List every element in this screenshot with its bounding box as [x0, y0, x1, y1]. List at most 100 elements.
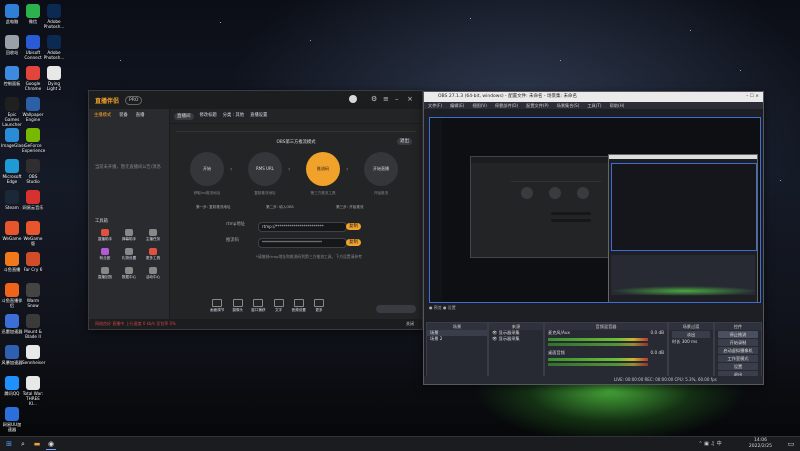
obs-taskbar-icon[interactable]: ◉ — [46, 439, 56, 450]
avatar[interactable] — [349, 95, 357, 103]
toolbox-item[interactable]: 主播任务 — [141, 229, 165, 242]
bottom-tool[interactable]: 文字 — [273, 299, 284, 313]
bottom-tool-label: 音频设置 — [291, 308, 306, 312]
start-live-slider[interactable] — [376, 305, 416, 313]
desktop-icon[interactable]: Mount & Blade II — [22, 314, 44, 339]
tool-icon — [149, 229, 157, 236]
desktop-icon[interactable]: 斗鱼直播伴侣 — [1, 283, 23, 308]
desktop-icon[interactable]: 风暴加速器 — [1, 345, 23, 365]
file-explorer-icon[interactable]: ▬ — [32, 439, 42, 449]
toolbox-item[interactable]: 更多工具 — [141, 248, 165, 261]
desktop-icon[interactable]: 斗鱼直播 — [1, 252, 23, 272]
bottom-tool[interactable]: 摄像头 — [232, 299, 243, 313]
bottom-tool[interactable]: 更多 — [313, 299, 324, 313]
desktop-icon[interactable]: 回收站 — [1, 35, 23, 55]
desktop-icon[interactable]: Epic Games Launcher — [1, 97, 23, 127]
desktop-icon[interactable]: 微信 — [22, 4, 44, 24]
tool-icon — [125, 248, 133, 255]
version-badge[interactable]: PRO — [125, 95, 143, 105]
desktop-icon[interactable]: Steam — [1, 190, 23, 210]
desktop-icon[interactable]: WeGame版 — [22, 221, 44, 246]
transition-select[interactable]: 淡出 — [672, 331, 710, 338]
desktop-icon[interactable]: Adobe Photosh... — [43, 35, 65, 60]
tab-equipment[interactable]: 装备 — [119, 113, 128, 119]
obs-menu-item[interactable]: 文件(F) — [428, 102, 442, 109]
copy-rtmp-button[interactable]: 复制 — [346, 223, 361, 230]
desktop-icon[interactable]: Dying Light 2 — [43, 66, 65, 91]
desktop-icon[interactable]: Google Chrome — [22, 66, 44, 91]
flow-step-caption: 第三方推流工具 — [310, 191, 336, 195]
minimize-icon[interactable]: – — [395, 95, 399, 103]
desktop-icon[interactable]: 迅雷加速器 — [1, 314, 23, 334]
duration-row[interactable]: 时长 300 ms — [669, 339, 713, 345]
desktop-icon[interactable]: 腾讯QQ — [1, 376, 23, 396]
edit-title-link[interactable]: 修改标题 — [200, 113, 217, 119]
obs-menu-item[interactable]: 停靠部件(D) — [495, 102, 518, 109]
bottom-tool-label: 文字 — [274, 308, 283, 312]
toolbox-item[interactable]: 数据中心 — [117, 267, 141, 280]
obs-control-button[interactable]: 工作室模式 — [718, 355, 758, 362]
clock[interactable]: 14:06 2022/2/25 — [749, 438, 772, 450]
live-settings-link[interactable]: 直播设置 — [250, 113, 267, 119]
obs-control-button[interactable]: 启动虚拟摄像机 — [718, 347, 758, 354]
obs-control-button[interactable]: 设置 — [718, 363, 758, 370]
scene-item[interactable]: 场景 2 — [427, 336, 487, 342]
desktop-icon[interactable]: Ubisoft Connect — [22, 35, 44, 60]
close-icon[interactable]: × — [407, 95, 413, 103]
bottom-tool[interactable]: 画面调节 — [210, 299, 224, 313]
gear-icon[interactable]: ⚙ — [371, 95, 377, 103]
tool-label: 礼物设置 — [121, 256, 137, 260]
desktop-icon[interactable]: Far Cry 6 — [22, 252, 44, 272]
obs-menu-item[interactable]: 配置文件(P) — [526, 102, 549, 109]
obs-preview[interactable] — [429, 117, 761, 303]
desktop-icon[interactable]: Microsoft Edge — [1, 159, 23, 184]
desktop-icon[interactable]: ImageGlass — [1, 128, 25, 148]
toolbox-item[interactable]: 直播回放 — [93, 267, 117, 280]
desktop-icon[interactable]: 网易UU加速器 — [1, 407, 23, 432]
file-icon — [26, 376, 40, 390]
window-controls[interactable]: – ☐ × — [746, 92, 759, 102]
bottom-tool[interactable]: 音频设置 — [292, 299, 306, 313]
toolbox-item[interactable]: 礼物设置 — [117, 248, 141, 261]
desktop-icon[interactable]: Warm Snow — [22, 283, 44, 308]
tab-anchor-mode[interactable]: 主播模式 — [94, 113, 111, 119]
desktop-icon[interactable]: WeGame — [1, 221, 23, 241]
status-close[interactable]: 关闭 — [406, 319, 414, 329]
obs-menu-item[interactable]: 场景集合(S) — [557, 102, 580, 109]
stream-key-field[interactable]: ****************************** — [258, 238, 347, 248]
obs-title-bar: OBS 27.1.3 (64-bit, windows) - 配置文件: 未命名… — [424, 92, 763, 102]
exit-button[interactable]: 退出 — [397, 138, 412, 145]
menu-icon[interactable]: ≡ — [383, 95, 389, 103]
tray-icons[interactable]: ⌃ ▣ ♫ 中 — [690, 439, 730, 449]
rtmp-field[interactable]: rtmp://************************ — [258, 222, 347, 232]
obs-menu-item[interactable]: 视图(V) — [472, 102, 487, 109]
toolbox-item[interactable]: 活动中心 — [141, 267, 165, 280]
toolbox-item[interactable]: 粉丝团 — [93, 248, 117, 261]
desktop-icon-label: 网易UU加速器 — [2, 422, 22, 432]
desktop-icon[interactable]: GeForce Experience — [22, 128, 45, 153]
desktop-icon[interactable]: Wallpaper Engine — [22, 97, 44, 122]
category-link[interactable]: 分类 : 其他 — [223, 113, 244, 119]
desktop-icon[interactable]: Sennheiser — [22, 345, 45, 365]
desktop-icon[interactable]: Total War: THREE KI... — [22, 376, 44, 406]
notification-icon[interactable]: ▭ — [786, 439, 796, 449]
copy-key-button[interactable]: 复制 — [346, 239, 361, 246]
desktop-icon[interactable]: OBS Studio — [22, 159, 44, 184]
desktop-icon[interactable]: 网易云音乐 — [22, 190, 44, 210]
desktop-icon[interactable]: 控制面板 — [1, 66, 23, 86]
obs-control-button[interactable]: 开始录制 — [718, 339, 758, 346]
tab-live[interactable]: 直播 — [136, 113, 145, 119]
obs-menu-item[interactable]: 帮助(H) — [610, 102, 625, 109]
obs-menu-item[interactable]: 工具(T) — [587, 102, 601, 109]
toolbox-item[interactable]: 弹幕助手 — [117, 229, 141, 242]
toolbox-item[interactable]: 直播助手 — [93, 229, 117, 242]
obs-control-button[interactable]: 停止推流 — [718, 331, 758, 338]
source-item[interactable]: 👁 显示器采集 — [489, 336, 543, 342]
windows-start-icon[interactable]: ⊞ — [4, 439, 14, 449]
bottom-tool[interactable]: 窗口捕获 — [251, 299, 266, 313]
obs-menu-item[interactable]: 编辑(E) — [450, 102, 464, 109]
desktop-icon[interactable]: 此电脑 — [1, 4, 23, 24]
ubisoft-icon — [26, 35, 40, 49]
desktop-icon[interactable]: Adobe Photosh... — [43, 4, 65, 29]
search-icon[interactable]: ⌕ — [18, 439, 28, 449]
